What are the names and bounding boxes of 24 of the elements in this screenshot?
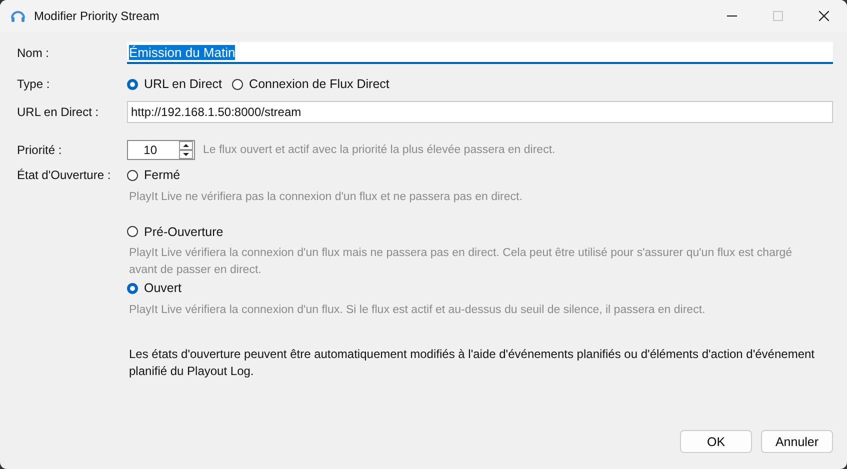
field-label: URL en Direct : xyxy=(17,105,100,119)
info-note: Les états d'ouverture peuvent être automatiquement modifiés à l'aide d'événements planifiés ou d'éléments d'action d'événement planifié du Playout Log. xyxy=(129,346,816,380)
headphones-icon xyxy=(10,8,26,24)
option-description: PlayIt Live vérifiera la connexion d'un flux. Si le flux est actif et au-dessus du seuil de silence, il passera en direct. xyxy=(129,302,706,318)
field-label: État d'Ouverture : xyxy=(17,168,112,182)
option-description: PlayIt Live vérifiera la connexion d'un flux mais ne passera pas en direct. Cela peut être utilisé pour s'assurer qu'un flux est chargé avant de passer en direct. xyxy=(129,246,794,278)
radio-option[interactable]: Connexion de Flux Direct xyxy=(232,77,390,91)
radio-option[interactable]: URL en Direct xyxy=(127,77,222,91)
window-title: Modifier Priority Stream xyxy=(34,9,160,23)
name-input-field[interactable]: Émission du Matin xyxy=(127,42,833,64)
field-label: Nom : xyxy=(17,46,50,60)
option-description: PlayIt Live ne vérifiera pas la connexion d'un flux et ne passera pas en direct. xyxy=(129,190,524,204)
radio-option[interactable]: Pré-Ouverture xyxy=(127,224,224,238)
priority-spinner[interactable]: 10 xyxy=(127,140,195,160)
field-label: Type : xyxy=(17,77,51,91)
cancel-button[interactable]: Annuler xyxy=(761,430,833,453)
radio-option[interactable]: Fermé xyxy=(127,168,180,182)
close-icon[interactable] xyxy=(819,11,829,21)
priority-hint: Le flux ouvert et actif avec la priorité la plus élevée passera en direct. xyxy=(203,144,556,156)
radio-option[interactable]: Ouvert xyxy=(127,281,182,295)
field-label: Priorité : xyxy=(17,143,63,157)
url-input-field[interactable]: http://192.168.1.50:8000/stream xyxy=(127,101,833,123)
spin-arrows-icon[interactable] xyxy=(179,141,193,159)
ok-button[interactable]: OK xyxy=(680,430,752,453)
